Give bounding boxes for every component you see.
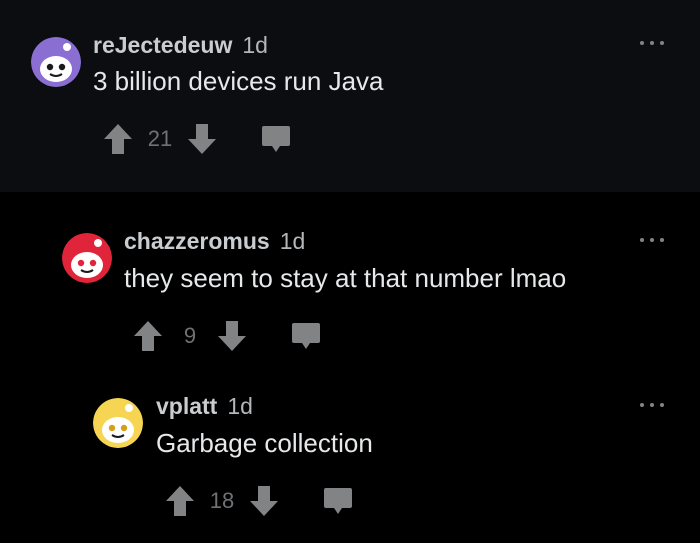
username[interactable]: reJectedeuw (93, 32, 232, 58)
snoo-avatar-icon (93, 398, 143, 448)
avatar[interactable] (62, 233, 112, 283)
upvote-arrow-icon[interactable] (130, 318, 166, 354)
vote-score: 18 (209, 488, 235, 513)
upvote-arrow-icon[interactable] (100, 121, 136, 157)
comment-age: 1d (227, 393, 253, 419)
vote-score: 21 (147, 126, 173, 151)
username[interactable]: vplatt (156, 393, 217, 419)
reply-bubble-icon[interactable] (320, 483, 356, 519)
more-options-icon[interactable] (640, 400, 664, 410)
comment-body: they seem to stay at that number lmao (124, 263, 567, 293)
comment-body: Garbage collection (156, 428, 373, 458)
username[interactable]: chazzeromus (124, 228, 270, 254)
more-options-icon[interactable] (640, 38, 664, 48)
comment-age: 1d (279, 228, 306, 254)
reply-bubble-icon[interactable] (288, 318, 324, 354)
vote-score: 9 (183, 323, 197, 348)
downvote-arrow-icon[interactable] (184, 121, 220, 157)
avatar[interactable] (31, 37, 81, 87)
more-options-icon[interactable] (640, 235, 664, 245)
comment-body: 3 billion devices run Java (93, 66, 384, 96)
comment-age: 1d (242, 32, 268, 58)
upvote-arrow-icon[interactable] (162, 483, 198, 519)
reply-bubble-icon[interactable] (258, 121, 294, 157)
snoo-avatar-icon (62, 233, 112, 283)
snoo-avatar-icon (31, 37, 81, 87)
downvote-arrow-icon[interactable] (246, 483, 282, 519)
downvote-arrow-icon[interactable] (214, 318, 250, 354)
avatar[interactable] (93, 398, 143, 448)
